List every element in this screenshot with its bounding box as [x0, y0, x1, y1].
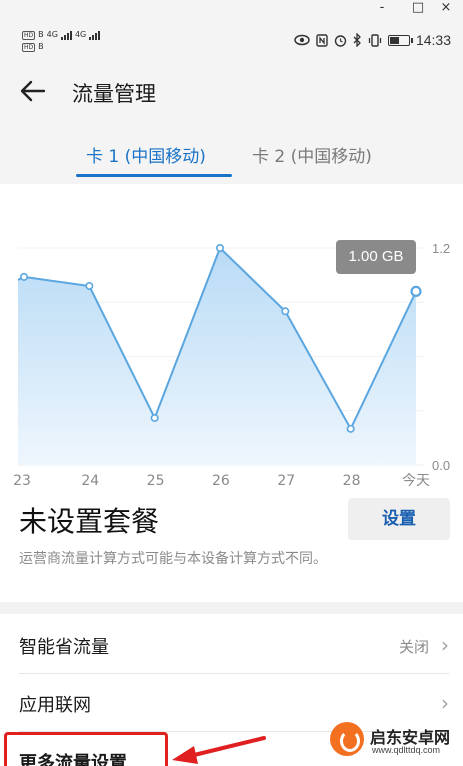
list-item-smart-saver[interactable]: 智能省流量 关闭 ›: [0, 616, 463, 674]
watermark-url: www.qdlttdq.com: [372, 745, 441, 755]
data-point: [281, 307, 290, 316]
vibrate-icon: [368, 33, 382, 47]
chevron-right-icon: ›: [441, 691, 449, 715]
plan-note: 运营商流量计算方式可能与本设备计算方式不同。: [19, 551, 327, 567]
app-header: 流量管理 卡 1 (中国移动) 卡 2 (中国移动): [0, 64, 463, 184]
sim2-signal: HD B: [22, 40, 100, 52]
status-icons: 14:33: [294, 32, 451, 48]
status-bar: HD B 4G 4G HD B 14:33: [0, 18, 463, 64]
data-usage-chart: 23 24 25 26 27 28 今天 1.2 0.0 1.00 GB: [0, 186, 463, 490]
signal-bars-icon: [89, 30, 101, 40]
x-tick-label: 24: [81, 473, 99, 489]
red-arrow-icon: [172, 736, 266, 764]
sim-sub-label: B: [38, 30, 44, 39]
usage-chart-svg: 23 24 25 26 27 28 今天 1.2 0.0: [13, 241, 450, 489]
list-item-label: 智能省流量: [19, 637, 109, 658]
x-tick-label: 26: [212, 473, 230, 489]
x-tick-label: 25: [147, 473, 165, 489]
data-point: [346, 424, 355, 433]
battery-icon: [387, 34, 413, 46]
watermark: 启东安卓网 www.qdlttdq.com: [330, 718, 463, 766]
network-type: 4G: [46, 30, 58, 39]
highlight-box: [4, 732, 168, 766]
bluetooth-icon: [353, 33, 361, 47]
data-point: [19, 272, 28, 281]
chevron-right-icon: ›: [441, 633, 449, 657]
signal-bars-icon: [60, 30, 72, 40]
data-point: [410, 285, 422, 298]
battery-level: [389, 36, 400, 44]
data-point: [216, 243, 225, 252]
x-tick-label: 28: [343, 473, 361, 489]
nfc-icon: [316, 33, 328, 47]
active-tab-indicator: [76, 174, 232, 177]
minimize-button[interactable]: -: [362, 0, 402, 18]
page-title: 流量管理: [72, 82, 156, 106]
alarm-icon: [334, 34, 347, 47]
watermark-logo-icon: [330, 722, 364, 756]
signal-indicators: HD B 4G 4G HD B: [22, 28, 101, 52]
x-tick-label: 27: [277, 473, 295, 489]
section-divider: [0, 602, 463, 614]
sim-tabs: 卡 1 (中国移动) 卡 2 (中国移动): [0, 136, 463, 182]
plan-status-title: 未设置套餐: [19, 505, 160, 538]
sim-sub-label: B: [38, 42, 44, 51]
tab-sim1[interactable]: 卡 1 (中国移动): [86, 142, 206, 167]
set-plan-button[interactable]: 设置: [348, 498, 450, 540]
hd-badge: HD: [22, 31, 36, 40]
clock: 14:33: [415, 32, 451, 48]
list-item-label: 应用联网: [19, 695, 91, 716]
tab-sim2[interactable]: 卡 2 (中国移动): [252, 142, 372, 167]
data-point: [150, 413, 159, 422]
window-control-bar: - □ ×: [0, 0, 463, 18]
y-tick-label: 0.0: [432, 458, 450, 473]
usage-tooltip: 1.00 GB: [336, 240, 416, 274]
close-button[interactable]: ×: [426, 0, 463, 18]
back-arrow-icon[interactable]: [18, 76, 48, 106]
hd-badge: HD: [22, 43, 36, 52]
list-item-value: 关闭: [398, 638, 429, 656]
y-tick-label: 1.2: [432, 241, 450, 256]
eye-icon: [294, 34, 310, 46]
sim1-signal: HD B 4G 4G: [22, 28, 101, 40]
data-point: [85, 281, 94, 290]
network-type: 4G: [74, 30, 87, 39]
x-tick-label: 今天: [402, 473, 430, 489]
x-tick-label: 23: [13, 473, 31, 489]
